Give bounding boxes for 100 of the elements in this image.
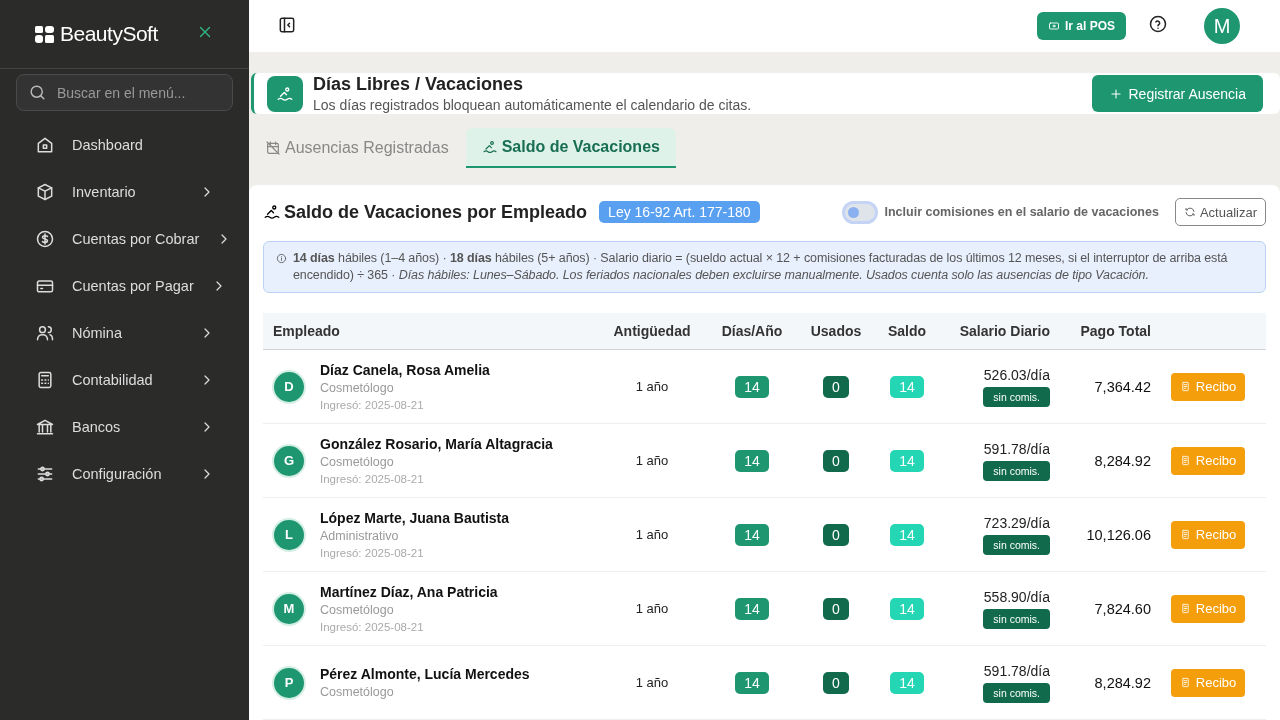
balance-days: 14 xyxy=(890,597,924,620)
register-absence-button[interactable]: Registrar Ausencia xyxy=(1092,75,1263,112)
total-pay: 7,824.60 xyxy=(1093,600,1152,617)
calendar-off-icon xyxy=(265,140,281,156)
tab[interactable]: Saldo de Vacaciones xyxy=(465,128,676,168)
brand-name: BeautySoft xyxy=(60,22,158,46)
law-badge: Ley 16-92 Art. 177-180 xyxy=(599,201,760,223)
employee-role: Cosmetólogo xyxy=(320,455,395,469)
column-header: Usados xyxy=(809,323,863,339)
days-per-year: 14 xyxy=(735,671,769,694)
page-title: Días Libres / Vacaciones xyxy=(313,74,525,95)
used-days: 0 xyxy=(823,671,849,694)
column-header: Pago Total xyxy=(1079,323,1152,339)
total-pay: 8,284.92 xyxy=(1093,452,1152,469)
swimmer-icon xyxy=(481,139,498,155)
used-days: 0 xyxy=(823,449,849,472)
total-pay: 10,126.06 xyxy=(1085,526,1152,543)
sidebar-item[interactable]: Configuración xyxy=(0,450,249,497)
commission-tag: sin comis. xyxy=(983,534,1050,555)
column-header: Salario Diario xyxy=(958,323,1051,339)
cash-icon xyxy=(1047,20,1060,32)
days-per-year: 14 xyxy=(735,523,769,546)
used-days: 0 xyxy=(823,597,849,620)
balance-days: 14 xyxy=(890,671,924,694)
pos-button[interactable]: Ir al POS xyxy=(1036,12,1126,40)
column-header: Saldo xyxy=(886,323,928,339)
receipt-icon xyxy=(1179,529,1191,540)
employee-avatar: D xyxy=(274,371,304,402)
hire-date: Ingresó: 2025-08-21 xyxy=(320,547,425,559)
seniority: 1 año xyxy=(635,379,669,394)
commission-toggle[interactable] xyxy=(845,203,876,221)
sidebar-item[interactable]: Dashboard xyxy=(0,121,249,168)
sidebar-item[interactable]: Bancos xyxy=(0,403,249,450)
column-header: Días/Año xyxy=(720,323,784,339)
employee-avatar: G xyxy=(274,445,304,476)
search-field[interactable]: Buscar en el menú... xyxy=(16,74,233,111)
employee-name: Díaz Canela, Rosa Amelia xyxy=(320,362,490,378)
daily-salary: 558.90/día xyxy=(983,588,1050,605)
daily-salary: 723.29/día xyxy=(983,514,1050,531)
swimmer-icon xyxy=(276,84,294,103)
logo-icon xyxy=(35,25,54,43)
toggle-label: Incluir comisiones en el salario de vacaciones xyxy=(884,205,1159,219)
employee-role: Cosmetólogo xyxy=(320,685,395,699)
search-icon xyxy=(28,83,47,102)
receipt-icon xyxy=(1179,455,1191,466)
column-header: Antigüedad xyxy=(612,323,692,339)
plus-icon xyxy=(1109,86,1124,101)
days-per-year: 14 xyxy=(735,597,769,620)
daily-salary: 526.03/día xyxy=(983,366,1050,383)
commission-tag: sin comis. xyxy=(983,682,1050,703)
used-days: 0 xyxy=(823,523,849,546)
panel-title: Saldo de Vacaciones por Empleado xyxy=(284,201,588,223)
sidebar-item[interactable]: Contabilidad xyxy=(0,356,249,403)
sidebar-item[interactable]: Inventario xyxy=(0,168,249,215)
employee-name: Pérez Almonte, Lucía Mercedes xyxy=(320,666,530,682)
balance-days: 14 xyxy=(890,375,924,398)
info-text: 14 días hábiles (1–4 años) · 18 días hábiles (5+ años) · Salario diario = (sueldo actual × 12 + comisiones facturadas de los últimos 12 meses, si el interruptor de arriba está encendido) ÷ 365 · Días hábiles: Lunes–Sábado. Los feriados nacionales deben excluirse manualmente. Usados cuenta solo las ausencias de tipo Vacación. xyxy=(293,250,1229,284)
hire-date: Ingresó: 2025-08-21 xyxy=(320,473,425,485)
user-avatar[interactable]: M xyxy=(1204,8,1240,44)
days-per-year: 14 xyxy=(735,449,769,472)
dollar-icon xyxy=(35,228,55,249)
daily-salary: 591.78/día xyxy=(983,440,1050,457)
sidebar-item[interactable]: Cuentas por Cobrar xyxy=(0,215,249,262)
seniority: 1 año xyxy=(635,675,669,690)
total-pay: 8,284.92 xyxy=(1093,674,1152,691)
commission-tag: sin comis. xyxy=(983,460,1050,481)
receipt-icon xyxy=(1179,603,1191,614)
hire-date: Ingresó: 2025-08-21 xyxy=(320,621,425,633)
refresh-button[interactable]: Actualizar xyxy=(1174,198,1266,226)
calculator-icon xyxy=(35,369,55,390)
refresh-icon xyxy=(1183,206,1196,218)
days-per-year: 14 xyxy=(735,375,769,398)
employee-role: Cosmetólogo xyxy=(320,381,395,395)
tab[interactable]: Ausencias Registradas xyxy=(265,128,460,168)
column-header: Empleado xyxy=(272,323,341,339)
seniority: 1 año xyxy=(635,527,669,542)
used-days: 0 xyxy=(823,375,849,398)
hire-date: Ingresó: 2025-08-21 xyxy=(320,399,425,411)
help-icon xyxy=(1148,14,1168,34)
balance-days: 14 xyxy=(890,523,924,546)
employee-role: Administrativo xyxy=(320,529,400,543)
seniority: 1 año xyxy=(635,601,669,616)
employee-role: Cosmetólogo xyxy=(320,603,395,617)
commission-tag: sin comis. xyxy=(983,386,1050,407)
employee-avatar: P xyxy=(274,667,304,698)
page-subtitle: Los días registrados bloquean automáticamente el calendario de citas. xyxy=(313,97,752,113)
swimmer-icon xyxy=(263,203,281,221)
sidebar-item[interactable]: Nómina xyxy=(0,309,249,356)
commission-tag: sin comis. xyxy=(983,608,1050,629)
box-icon xyxy=(35,181,55,202)
employee-name: Martínez Díaz, Ana Patricia xyxy=(320,584,498,600)
receipt-icon xyxy=(1179,677,1191,688)
employee-avatar: M xyxy=(274,593,304,624)
seniority: 1 año xyxy=(635,453,669,468)
total-pay: 7,364.42 xyxy=(1093,378,1152,395)
info-icon xyxy=(276,253,287,264)
employee-avatar: L xyxy=(274,519,304,550)
sidebar-item[interactable]: Cuentas por Pagar xyxy=(0,262,249,309)
receipt-icon xyxy=(1179,381,1191,392)
daily-salary: 591.78/día xyxy=(983,662,1050,679)
